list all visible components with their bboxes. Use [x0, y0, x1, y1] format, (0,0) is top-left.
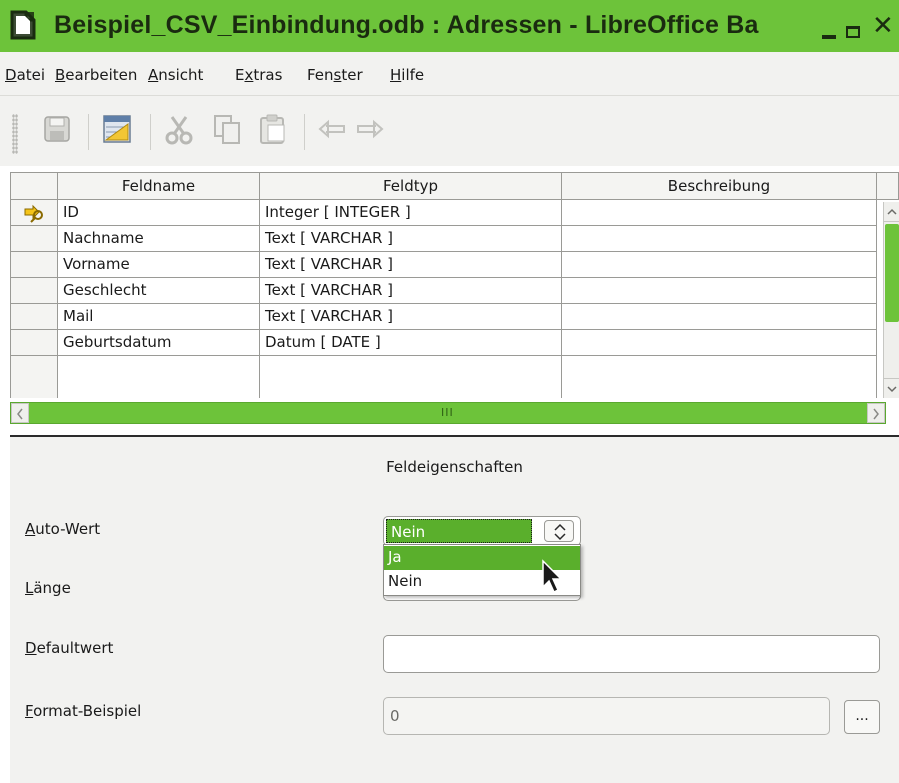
table-row[interactable]: Geschlecht Text [ VARCHAR ] — [10, 278, 878, 304]
vertical-scroll-thumb[interactable] — [885, 224, 899, 322]
label-laenge: Länge — [25, 579, 71, 597]
table-header: Feldname Feldtyp Beschreibung — [10, 172, 899, 200]
row-handle[interactable] — [10, 200, 58, 226]
cell-beschreibung[interactable] — [562, 200, 877, 226]
table-row[interactable]: Geburtsdatum Datum [ DATE ] — [10, 330, 878, 356]
chevron-left-icon — [17, 408, 23, 420]
cell-feldtyp[interactable]: Datum [ DATE ] — [260, 330, 562, 356]
toolbar-grip[interactable] — [12, 114, 18, 154]
cell-feldtyp[interactable]: Text [ VARCHAR ] — [260, 304, 562, 330]
format-example-field: 0 — [383, 697, 830, 735]
chevron-down-icon — [887, 386, 897, 393]
cell-feldtyp[interactable]: Text [ VARCHAR ] — [260, 278, 562, 304]
menu-bearbeiten[interactable]: Bearbeiten — [55, 66, 137, 84]
cell-feldname[interactable]: Mail — [58, 304, 260, 330]
cell-feldname[interactable]: Geschlecht — [58, 278, 260, 304]
up-down-chevron-icon — [554, 523, 566, 541]
cell-feldname[interactable]: Nachname — [58, 226, 260, 252]
document-icon — [10, 10, 36, 40]
row-handle[interactable] — [10, 356, 58, 398]
mouse-cursor-icon — [542, 559, 563, 594]
table-row[interactable]: ID Integer [ INTEGER ] — [10, 200, 878, 226]
maximize-button[interactable] — [846, 26, 860, 38]
format-button[interactable]: ... — [844, 700, 880, 734]
column-header-filler — [877, 172, 899, 200]
table-row[interactable]: Mail Text [ VARCHAR ] — [10, 304, 878, 330]
close-icon[interactable]: ✕ — [872, 13, 894, 39]
cell-beschreibung[interactable] — [562, 278, 877, 304]
column-header-beschreibung[interactable]: Beschreibung — [562, 172, 877, 200]
scroll-up-arrow[interactable] — [884, 202, 899, 222]
row-handle-header — [10, 172, 58, 200]
toolbar-separator — [304, 114, 305, 150]
chevron-right-icon — [873, 408, 879, 420]
field-table: Feldname Feldtyp Beschreibung ID Integer… — [10, 172, 899, 432]
defaultwert-field[interactable] — [383, 635, 880, 673]
cell-beschreibung[interactable] — [562, 356, 877, 398]
label-defaultwert: Defaultwert — [25, 639, 114, 657]
cell-feldtyp[interactable]: Text [ VARCHAR ] — [260, 226, 562, 252]
primary-key-icon — [24, 204, 43, 223]
scroll-left-arrow[interactable] — [11, 403, 29, 423]
label-auto-wert: Auto-Wert — [25, 520, 101, 538]
paste-icon[interactable] — [256, 112, 290, 146]
menu-bar: Datei Bearbeiten Ansicht Extras Fenster … — [0, 52, 899, 96]
table-row[interactable]: Nachname Text [ VARCHAR ] — [10, 226, 878, 252]
row-handle[interactable] — [10, 278, 58, 304]
menu-fenster[interactable]: Fenster — [307, 66, 363, 84]
spin-button[interactable] — [544, 520, 574, 542]
cell-beschreibung[interactable] — [562, 252, 877, 278]
cell-feldname[interactable]: ID — [58, 200, 260, 226]
toolbar — [0, 96, 899, 166]
auto-wert-select[interactable]: Nein — [383, 516, 581, 546]
table-design-icon[interactable] — [100, 112, 134, 146]
column-header-feldtyp[interactable]: Feldtyp — [260, 172, 562, 200]
save-icon[interactable] — [40, 112, 74, 146]
auto-wert-value: Nein — [386, 519, 532, 543]
cell-feldname[interactable]: Geburtsdatum — [58, 330, 260, 356]
scroll-grip[interactable]: III — [441, 406, 454, 419]
title-bar: Beispiel_CSV_Einbindung.odb : Adressen -… — [0, 0, 899, 52]
cell-beschreibung[interactable] — [562, 330, 877, 356]
table-row[interactable]: Vorname Text [ VARCHAR ] — [10, 252, 878, 278]
label-format-beispiel: Format-Beispiel — [25, 702, 142, 720]
cell-beschreibung[interactable] — [562, 304, 877, 330]
row-handle[interactable] — [10, 330, 58, 356]
toolbar-separator — [88, 114, 89, 150]
chevron-up-icon — [887, 208, 897, 215]
menu-datei[interactable]: Datei — [5, 66, 45, 84]
properties-title: Feldeigenschaften — [386, 458, 523, 476]
row-handle[interactable] — [10, 252, 58, 278]
cell-feldname[interactable] — [58, 356, 260, 398]
table-row-empty[interactable] — [10, 356, 878, 398]
menu-hilfe[interactable]: Hilfe — [390, 66, 424, 84]
undo-icon[interactable] — [316, 112, 350, 146]
window-title: Beispiel_CSV_Einbindung.odb : Adressen -… — [54, 11, 759, 39]
cut-icon[interactable] — [162, 112, 196, 146]
vertical-scrollbar[interactable] — [883, 202, 899, 398]
cell-feldtyp[interactable]: Text [ VARCHAR ] — [260, 252, 562, 278]
copy-icon[interactable] — [210, 112, 244, 146]
cell-feldtyp[interactable]: Integer [ INTEGER ] — [260, 200, 562, 226]
scroll-down-arrow[interactable] — [884, 378, 899, 398]
row-handle[interactable] — [10, 226, 58, 252]
menu-extras[interactable]: Extras — [235, 66, 282, 84]
minimize-button[interactable] — [822, 35, 836, 39]
field-properties-panel: Feldeigenschaften Auto-Wert Länge Defaul… — [10, 437, 899, 783]
cell-feldname[interactable]: Vorname — [58, 252, 260, 278]
menu-ansicht[interactable]: Ansicht — [148, 66, 203, 84]
horizontal-scrollbar[interactable]: III — [10, 402, 886, 424]
cell-feldtyp[interactable] — [260, 356, 562, 398]
row-handle[interactable] — [10, 304, 58, 330]
column-header-feldname[interactable]: Feldname — [58, 172, 260, 200]
scroll-right-arrow[interactable] — [867, 403, 885, 423]
redo-icon[interactable] — [352, 112, 386, 146]
toolbar-separator — [150, 114, 151, 150]
cell-beschreibung[interactable] — [562, 226, 877, 252]
